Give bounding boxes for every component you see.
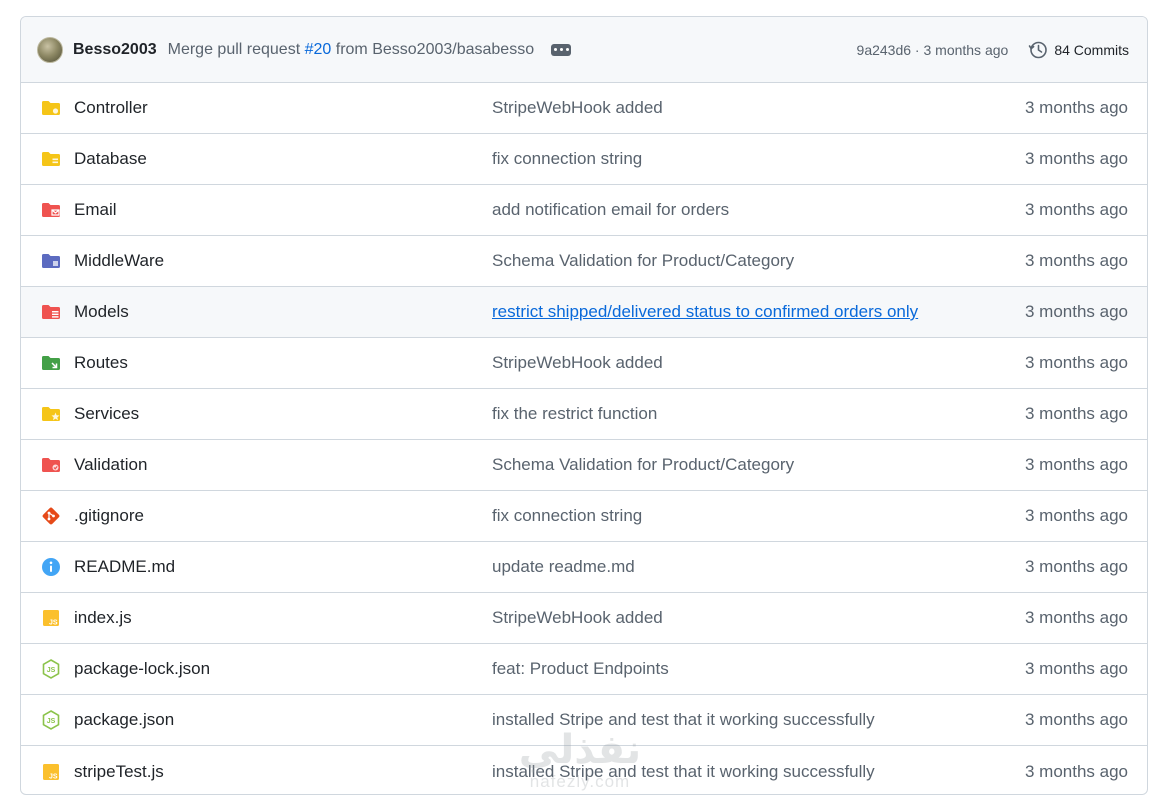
file-name-link[interactable]: MiddleWare — [74, 251, 164, 271]
nodejs-icon: JS — [41, 659, 61, 679]
file-browser: Besso2003 Merge pull request #20 from Be… — [20, 16, 1148, 795]
commit-message-link[interactable]: Schema Validation for Product/Category — [492, 455, 794, 475]
expand-commit-button[interactable] — [551, 43, 572, 56]
git-icon — [41, 506, 61, 526]
file-name-link[interactable]: Models — [74, 302, 129, 322]
javascript-file-icon: JS — [41, 762, 61, 782]
history-icon — [1029, 41, 1048, 58]
commit-age: 3 months ago — [1024, 557, 1128, 576]
file-name-link[interactable]: index.js — [74, 608, 132, 628]
file-name-link[interactable]: .gitignore — [74, 506, 144, 526]
file-row: Email add notification email for orders 3 … — [21, 185, 1147, 236]
folder-database-icon — [41, 149, 61, 169]
commit-sha-time[interactable]: 9a243d6 · 3 months ago — [857, 42, 1009, 58]
file-name-link[interactable]: package.json — [74, 710, 174, 730]
commit-age: 3 months ago — [1024, 506, 1128, 525]
commit-message-link[interactable]: installed Stripe and test that it workin… — [492, 710, 875, 730]
file-row: JS package.json installed Stripe and test … — [21, 695, 1147, 746]
pull-request-link[interactable]: #20 — [305, 41, 332, 58]
nodejs-icon: JS — [41, 710, 61, 730]
commit-age: 3 months ago — [1024, 710, 1128, 729]
commit-message-link[interactable]: StripeWebHook added — [492, 353, 663, 373]
file-list: Controller StripeWebHook added 3 months ag… — [21, 83, 1147, 794]
commit-message-link[interactable]: fix connection string — [492, 506, 642, 526]
file-row: Database fix connection string 3 months ag… — [21, 134, 1147, 185]
file-row: JS index.js StripeWebHook added 3 months ag… — [21, 593, 1147, 644]
javascript-file-icon: JS — [41, 608, 61, 628]
folder-controller-icon — [41, 98, 61, 118]
commit-message-link[interactable]: StripeWebHook added — [492, 608, 663, 628]
file-name-link[interactable]: Controller — [74, 98, 148, 118]
commit-age: 3 months ago — [1024, 761, 1128, 781]
commit-message-link[interactable]: StripeWebHook added — [492, 98, 663, 118]
file-name-link[interactable]: Services — [74, 404, 139, 424]
commit-age: 3 months ago — [1024, 404, 1128, 423]
file-name-link[interactable]: Database — [74, 149, 147, 169]
folder-middleware-icon — [41, 251, 61, 271]
commit-age: 3 months ago — [1024, 98, 1128, 117]
commit-message-link[interactable]: add notification email for orders — [492, 200, 729, 220]
file-row: .gitignore fix connection string 3 months … — [21, 491, 1147, 542]
file-row: MiddleWare Schema Validation for Product/… — [21, 236, 1147, 287]
commit-message-prefix: Merge pull request — [167, 40, 301, 58]
folder-email-icon — [41, 200, 61, 220]
file-name-link[interactable]: Routes — [74, 353, 128, 373]
latest-commit-bar: Besso2003 Merge pull request #20 from Be… — [21, 17, 1147, 83]
info-icon — [41, 557, 61, 577]
commit-message-link[interactable]: feat: Product Endpoints — [492, 659, 669, 679]
svg-text:JS: JS — [49, 620, 58, 627]
commit-age: 3 months ago — [1024, 353, 1128, 372]
file-name-link[interactable]: Validation — [74, 455, 147, 475]
commit-message-link[interactable]: fix the restrict function — [492, 404, 657, 424]
author-avatar[interactable] — [37, 36, 63, 63]
file-row: Models restrict shipped/delivered status … — [21, 287, 1147, 338]
folder-routes-icon — [41, 353, 61, 373]
commit-age: 3 months ago — [1024, 302, 1128, 321]
folder-validation-icon — [41, 455, 61, 475]
folder-services-icon — [41, 404, 61, 424]
file-name-link[interactable]: package-lock.json — [74, 659, 210, 679]
commit-message-link[interactable]: Schema Validation for Product/Category — [492, 251, 794, 271]
file-row: JS package-lock.json feat: Product Endpoin… — [21, 644, 1147, 695]
file-name-link[interactable]: stripeTest.js — [74, 762, 164, 782]
file-row: Services fix the restrict function 3 month… — [21, 389, 1147, 440]
commit-author-link[interactable]: Besso2003 — [73, 41, 157, 59]
commits-count-label: 84 Commits — [1054, 41, 1129, 58]
commit-age: 3 months ago — [1024, 149, 1128, 168]
file-row: JS stripeTest.js installed Stripe and test… — [21, 746, 1147, 794]
svg-text:JS: JS — [49, 773, 58, 780]
svg-text:JS: JS — [47, 667, 56, 674]
commit-age: 3 months ago — [1024, 455, 1128, 474]
commits-history-button[interactable]: 84 Commits — [1028, 40, 1129, 60]
commit-message-link[interactable]: fix connection string — [492, 149, 642, 169]
svg-text:JS: JS — [47, 718, 56, 725]
commit-message-link[interactable]: restrict shipped/delivered status to con… — [492, 302, 918, 322]
commit-age: 3 months ago — [1024, 251, 1128, 270]
file-row: Routes StripeWebHook added 3 months ago — [21, 338, 1147, 389]
file-row: Validation Schema Validation for Product/… — [21, 440, 1147, 491]
file-name-link[interactable]: Email — [74, 200, 117, 220]
commit-age: 3 months ago — [1024, 200, 1128, 219]
commit-message-suffix: from Besso2003/basabesso — [335, 40, 535, 58]
file-name-link[interactable]: README.md — [74, 557, 175, 577]
folder-models-icon — [41, 302, 61, 322]
file-row: Controller StripeWebHook added 3 months ag… — [21, 83, 1147, 134]
commit-message-link[interactable]: installed Stripe and test that it workin… — [492, 762, 875, 782]
file-row: README.md update readme.md 3 months ago — [21, 542, 1147, 593]
commit-age: 3 months ago — [1024, 608, 1128, 627]
commit-message-link[interactable]: update readme.md — [492, 557, 635, 577]
commit-message: Merge pull request #20 from Besso2003/ba… — [168, 41, 534, 59]
commit-age: 3 months ago — [1024, 659, 1128, 678]
